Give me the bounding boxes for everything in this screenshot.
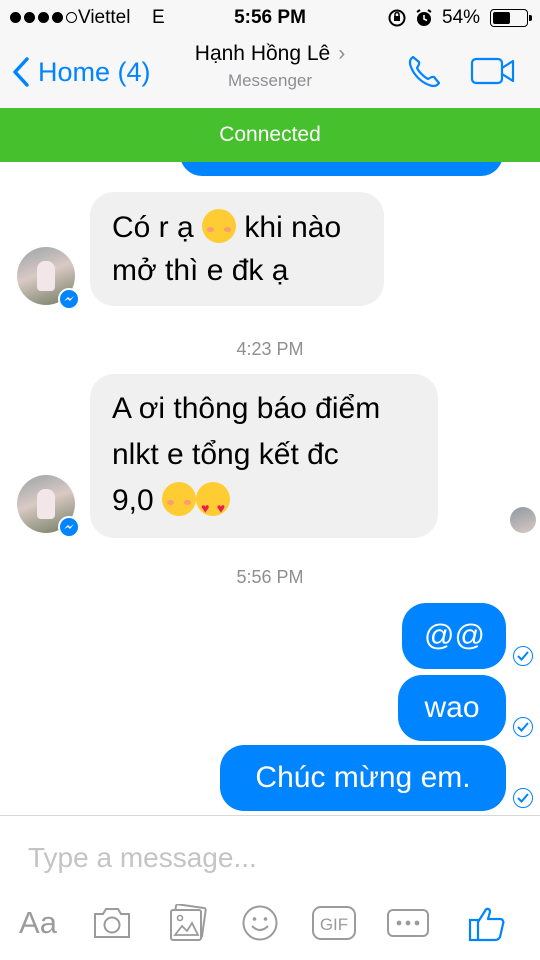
contact-name: Hạnh Hồng Lê	[194, 42, 331, 65]
delivered-check-icon	[513, 717, 533, 737]
battery-percent: 54%	[442, 7, 481, 28]
emoji-button[interactable]	[240, 900, 280, 946]
voice-call-button[interactable]	[404, 52, 444, 97]
composer-divider	[0, 815, 540, 816]
messenger-badge-icon	[58, 516, 80, 538]
emoji-icon	[242, 905, 278, 941]
gif-button[interactable]: GIF	[311, 900, 357, 946]
message-text: khi nào	[244, 211, 342, 244]
outgoing-message-bubble[interactable]: Chúc mừng em.	[220, 745, 506, 811]
rotation-lock-icon	[387, 8, 407, 34]
conversation-header: Home (4) Hạnh Hồng Lê › Messenger	[0, 36, 540, 108]
messenger-badge-icon	[58, 288, 80, 310]
contact-avatar[interactable]	[17, 475, 80, 538]
message-text: Có r ạ	[112, 211, 194, 244]
battery-icon	[490, 9, 532, 27]
gif-icon: GIF	[312, 906, 356, 940]
svg-text:GIF: GIF	[320, 915, 348, 934]
contact-subtitle: Messenger	[227, 71, 313, 90]
composer-toolbar: Aa GIF	[0, 900, 540, 950]
video-camera-icon	[470, 57, 515, 85]
outgoing-message-bubble[interactable]: @@	[402, 603, 506, 669]
photo-icon	[170, 904, 207, 941]
incoming-message-bubble[interactable]: A ơi thông báo điểm nlkt e tổng kết đc 9…	[90, 374, 438, 538]
contact-title[interactable]: Hạnh Hồng Lê › Messenger	[150, 42, 390, 91]
message-timestamp: 5:56 PM	[236, 567, 304, 587]
yum-emoji-icon	[162, 482, 197, 516]
chevron-right-icon: ›	[338, 42, 346, 65]
more-icon	[387, 909, 429, 937]
camera-icon	[94, 908, 130, 938]
message-text: 9,0	[112, 484, 154, 517]
message-input[interactable]	[28, 836, 508, 880]
text-format-button[interactable]: Aa	[16, 900, 60, 946]
delivered-check-icon	[513, 788, 533, 808]
like-icon	[468, 907, 505, 942]
connection-status-banner: Connected	[0, 108, 540, 162]
status-bar: Viettel E 5:56 PM 54%	[0, 0, 540, 36]
chevron-left-icon	[13, 57, 29, 87]
phone-icon	[408, 55, 441, 88]
delivered-check-icon	[513, 646, 533, 666]
message-text: A ơi thông báo điểm	[112, 392, 381, 425]
more-options-button[interactable]	[386, 900, 430, 946]
back-button[interactable]: Home (4)	[12, 50, 151, 94]
camera-button[interactable]	[90, 900, 134, 946]
incoming-message-bubble[interactable]: Có r ạ khi nào mở thì e đk ạ	[90, 192, 384, 306]
message-text: mở thì e đk ạ	[112, 254, 289, 287]
outgoing-message-bubble[interactable]: wao	[398, 675, 506, 741]
message-text: nlkt e tổng kết đc	[112, 438, 339, 471]
video-call-button[interactable]	[470, 56, 516, 91]
like-button[interactable]	[466, 900, 508, 946]
blush-emoji-icon	[202, 209, 237, 243]
seen-receipt-avatar	[510, 507, 536, 533]
photo-button[interactable]	[166, 900, 210, 946]
message-timestamp: 4:23 PM	[236, 339, 304, 359]
heart-eyes-emoji-icon	[196, 482, 231, 531]
alarm-icon	[414, 8, 434, 34]
contact-avatar[interactable]	[17, 247, 80, 310]
back-label: Home (4)	[38, 56, 151, 87]
